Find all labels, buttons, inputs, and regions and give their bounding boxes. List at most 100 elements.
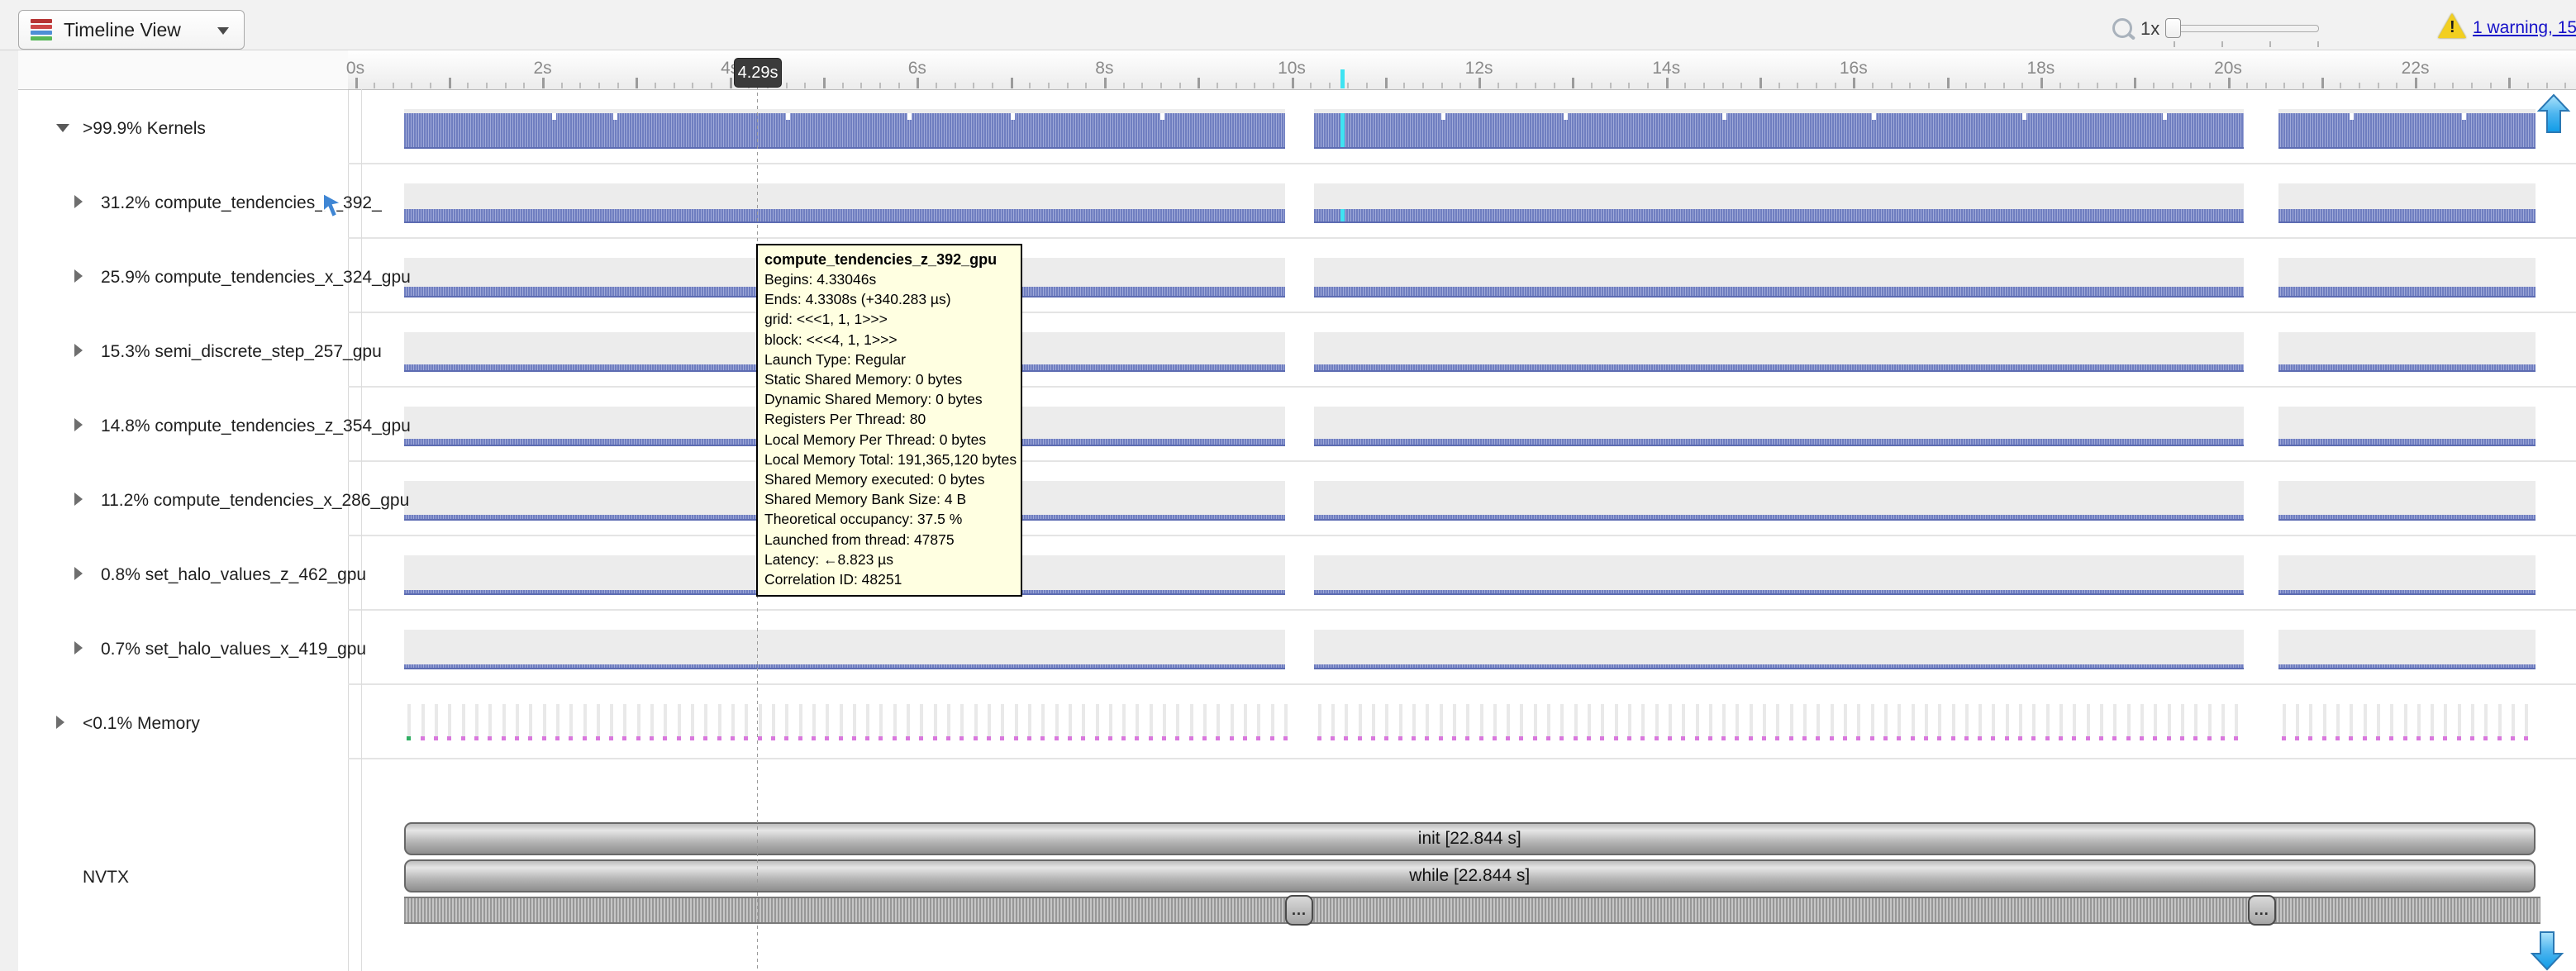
memory-interval-tick [1520,704,1523,740]
mouse-pointer-icon [321,192,345,220]
kernel-bars-segment[interactable] [2278,664,2535,669]
zoom-slider-handle[interactable] [2165,18,2181,38]
row-kernel-name: compute_tendencies_z_392_ [155,193,381,212]
kernel-bars-segment[interactable] [2278,287,2535,297]
kernel-bars-segment[interactable] [1314,364,2244,372]
kernel-bars-segment[interactable] [2278,113,2535,149]
memory-event-dot [2295,736,2299,740]
expand-icon[interactable] [74,269,83,283]
tooltip-line: Shared Memory Bank Size: 4 B [764,489,1014,509]
memory-event-dot [2153,736,2157,740]
zoom-magnifier-icon [2112,18,2132,38]
kernel-bars-segment[interactable] [404,113,1285,149]
memory-interval-tick [1534,704,1537,740]
memory-event-dot [650,736,654,740]
track-band [1314,630,2244,668]
memory-event-dot [1068,736,1072,740]
view-selector-dropdown[interactable]: Timeline View [18,10,245,50]
ellipsis-badge[interactable]: ... [1285,895,1313,926]
memory-interval-tick [1790,704,1793,740]
kernel-bars-segment[interactable] [2278,209,2535,223]
kernel-bars-segment[interactable] [1314,590,2244,595]
row-percent: 11.2% [101,491,149,510]
kernel-bars-segment[interactable] [1314,209,2244,223]
ruler-major-tick [1947,78,1950,88]
sidebar-row-nvtx[interactable]: NVTX [18,861,347,894]
track-band [2278,630,2535,668]
sidebar-row-semi-discrete-step-257-gpu[interactable]: 15.3% semi_discrete_step_257_gpu [18,336,347,369]
collapse-icon[interactable] [56,124,69,132]
memory-event-dot [677,736,681,740]
memory-interval-tick [1082,704,1085,740]
zoom-slider[interactable] [2169,25,2319,32]
memory-interval-tick [1803,704,1807,740]
ruler-minor-tick [1123,83,1125,88]
nvtx-collapsed-range-bar[interactable] [404,897,2541,924]
view-selector-label: Timeline View [64,19,181,41]
expand-icon[interactable] [74,418,83,431]
ellipsis-badge[interactable]: ... [2248,895,2276,926]
bar-notch [1872,113,1876,120]
expand-icon[interactable] [74,344,83,357]
nvtx-range-init[interactable]: init [22.844 s] [404,822,2536,855]
ruler-minor-tick [1236,83,1237,88]
row-kernel-name: Kernels [147,119,206,138]
kernel-bars-segment[interactable] [404,664,1285,669]
memory-event-dot [2126,736,2131,740]
memory-interval-tick [974,704,978,740]
expand-icon[interactable] [74,493,83,506]
memory-interval-tick [1480,704,1483,740]
kernel-bars-segment[interactable] [2278,590,2535,595]
kernel-bars-segment[interactable] [1314,113,2244,149]
kernel-bars-segment[interactable] [2278,515,2535,521]
ruler-minor-tick [2246,83,2248,88]
ruler-minor-tick [2021,83,2023,88]
ruler-major-tick [2415,78,2417,88]
sidebar-row-set-halo-values-x-419-gpu[interactable]: 0.7% set_halo_values_x_419_gpu [18,633,347,666]
tooltip-line: block: <<<4, 1, 1>>> [764,330,1014,350]
bar-notch [2462,113,2466,120]
tooltip-line: grid: <<<1, 1, 1>>> [764,309,1014,329]
scroll-up-button[interactable] [2536,93,2572,136]
memory-interval-tick [1001,704,1004,740]
memory-interval-tick [1736,704,1739,740]
nvtx-range-while[interactable]: while [22.844 s] [404,859,2536,892]
row-separator [348,163,2576,164]
memory-event-dot [2112,736,2117,740]
expand-icon[interactable] [56,716,64,729]
sidebar-row-memory[interactable]: <0.1% Memory [18,707,347,740]
sidebar-row-compute-tendencies-x-286-gpu[interactable]: 11.2% compute_tendencies_x_286_gpu [18,484,347,517]
ruler-minor-tick [2378,83,2379,88]
row-separator [348,460,2576,462]
time-ruler[interactable]: 0s2s4s6s8s10s12s14s16s18s20s22s [348,50,2576,90]
kernel-bars-segment[interactable] [2278,364,2535,372]
scroll-down-button[interactable] [2529,929,2565,971]
left-gutter [0,50,19,971]
expand-icon[interactable] [74,567,83,580]
memory-event-dot [1135,736,1139,740]
sidebar-row-compute-tendencies-x-324-gpu[interactable]: 25.9% compute_tendencies_x_324_gpu [18,261,347,294]
memory-interval-tick [1641,704,1645,740]
kernel-bars-segment[interactable] [1314,439,2244,446]
kernel-bars-segment[interactable] [2278,439,2535,446]
sidebar-row-compute-tendencies-z-354-gpu[interactable]: 14.8% compute_tendencies_z_354_gpu [18,410,347,443]
ruler-minor-tick [898,83,900,88]
expand-icon[interactable] [74,641,83,654]
tooltip-line: Shared Memory executed: 0 bytes [764,469,1014,489]
memory-interval-tick [2127,704,2131,740]
sidebar-row-set-halo-values-z-462-gpu[interactable]: 0.8% set_halo_values_z_462_gpu [18,559,347,592]
sidebar-row-kernels[interactable]: >99.9% Kernels [18,112,347,145]
expand-icon[interactable] [74,195,83,208]
ruler-label: 12s [1446,59,1512,79]
memory-interval-tick [462,704,465,740]
memory-event-dot [1559,736,1564,740]
messages-link[interactable]: 1 warning, 15 messages [2473,18,2576,38]
kernel-bars-segment[interactable] [1314,287,2244,297]
ruler-minor-tick [2564,83,2566,88]
kernel-bars-segment[interactable] [404,209,1285,223]
sidebar-row-compute-tendencies-z-392-[interactable]: 31.2% compute_tendencies_z_392_ [18,187,347,220]
kernel-bars-segment[interactable] [1314,515,2244,521]
kernel-bars-segment[interactable] [1314,664,2244,669]
memory-interval-tick [2484,704,2488,740]
memory-event-dot [1189,736,1193,740]
